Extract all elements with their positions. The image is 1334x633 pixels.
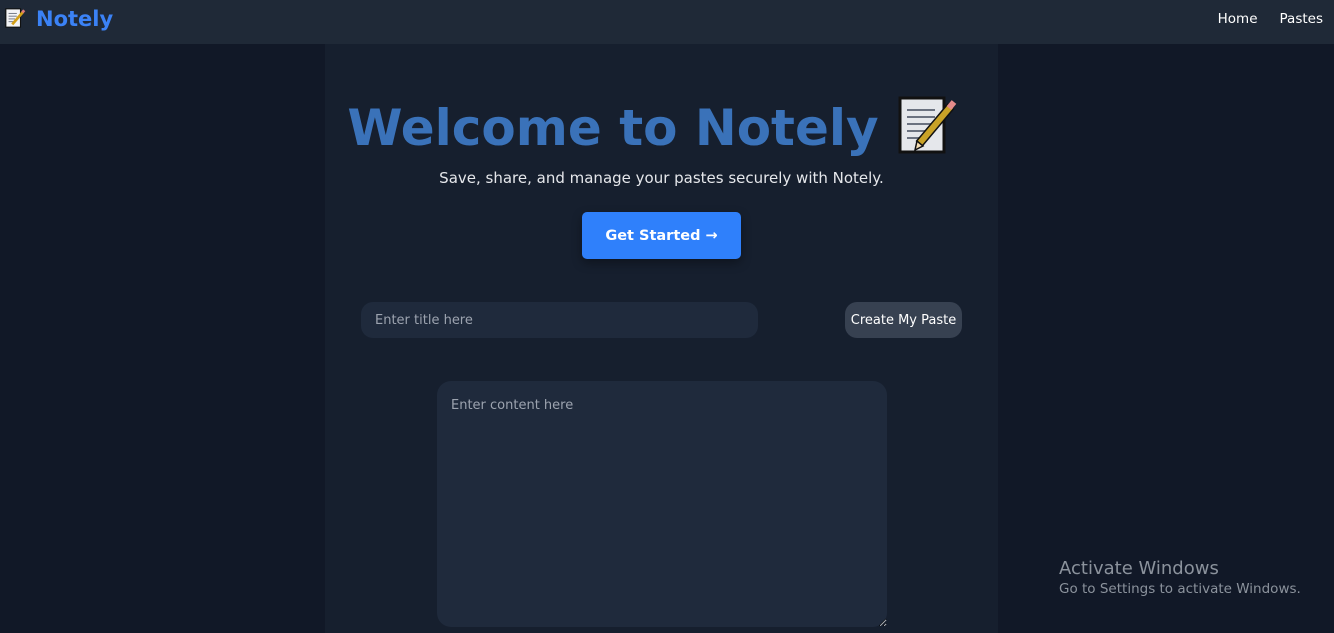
nav-link-home[interactable]: Home bbox=[1218, 11, 1258, 27]
hero-heading: Welcome to Notely bbox=[0, 96, 1334, 160]
create-paste-button[interactable]: Create My Paste bbox=[845, 302, 962, 338]
get-started-button[interactable]: Get Started → bbox=[582, 212, 741, 259]
nav-link-pastes[interactable]: Pastes bbox=[1280, 11, 1323, 27]
hero-subtitle: Save, share, and manage your pastes secu… bbox=[439, 169, 884, 187]
memo-icon bbox=[898, 96, 956, 154]
watermark-subtitle: Go to Settings to activate Windows. bbox=[1059, 581, 1301, 597]
nav-links: Home Pastes bbox=[1218, 11, 1323, 27]
watermark-title: Activate Windows bbox=[1059, 558, 1219, 579]
memo-icon bbox=[5, 8, 26, 28]
title-input[interactable] bbox=[361, 302, 758, 338]
windows-activation-watermark: Activate Windows Go to Settings to activ… bbox=[1059, 558, 1301, 597]
hero-title: Welcome to Notely bbox=[347, 99, 879, 157]
navbar: Notely Home Pastes bbox=[0, 0, 1334, 44]
content-textarea[interactable] bbox=[437, 381, 887, 627]
brand-name[interactable]: Notely bbox=[36, 7, 113, 31]
brand[interactable]: Notely bbox=[4, 7, 113, 34]
